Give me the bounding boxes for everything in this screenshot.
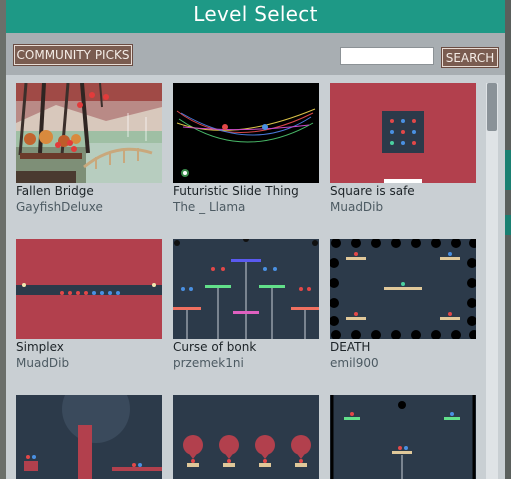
level-name: Square is safe xyxy=(330,184,415,198)
dialog-title: Level Select xyxy=(193,2,318,26)
level-thumbnail[interactable] xyxy=(330,395,476,479)
level-thumbnail[interactable] xyxy=(173,83,319,183)
level-name: Simplex xyxy=(16,340,64,354)
level-name: Fallen Bridge xyxy=(16,184,94,198)
level-select-dialog: Level Select COMMUNITY PICKS SEARCH Fall… xyxy=(6,0,505,479)
level-thumbnail[interactable] xyxy=(16,239,162,339)
toolbar: COMMUNITY PICKS SEARCH xyxy=(6,33,505,75)
level-thumbnail[interactable] xyxy=(173,395,319,479)
search-button[interactable]: SEARCH xyxy=(442,48,498,67)
level-thumbnail[interactable] xyxy=(16,395,162,479)
level-author: MuadDib xyxy=(330,200,384,214)
background-accent xyxy=(505,215,511,235)
level-author: przemek1ni xyxy=(173,356,244,370)
level-name: Curse of bonk xyxy=(173,340,257,354)
level-thumbnail[interactable] xyxy=(173,239,319,339)
level-thumbnail[interactable] xyxy=(330,83,476,183)
scrollbar[interactable] xyxy=(486,83,498,479)
background-right xyxy=(505,0,511,479)
level-name: Futuristic Slide Thing xyxy=(173,184,299,198)
level-author: The _ Llama xyxy=(173,200,246,214)
level-author: MuadDib xyxy=(16,356,70,370)
level-author: GayfishDeluxe xyxy=(16,200,103,214)
level-thumbnail[interactable] xyxy=(16,83,162,183)
level-name: DEATH xyxy=(330,340,371,354)
level-grid: Fallen Bridge GayfishDeluxe Futuristic S… xyxy=(16,83,476,479)
level-thumbnail[interactable] xyxy=(330,239,476,339)
background-accent xyxy=(505,150,511,190)
search-input[interactable] xyxy=(340,47,434,65)
level-author: emil900 xyxy=(330,356,379,370)
title-bar: Level Select xyxy=(6,0,505,33)
scrollbar-thumb[interactable] xyxy=(487,83,497,131)
community-picks-button[interactable]: COMMUNITY PICKS xyxy=(14,45,132,65)
